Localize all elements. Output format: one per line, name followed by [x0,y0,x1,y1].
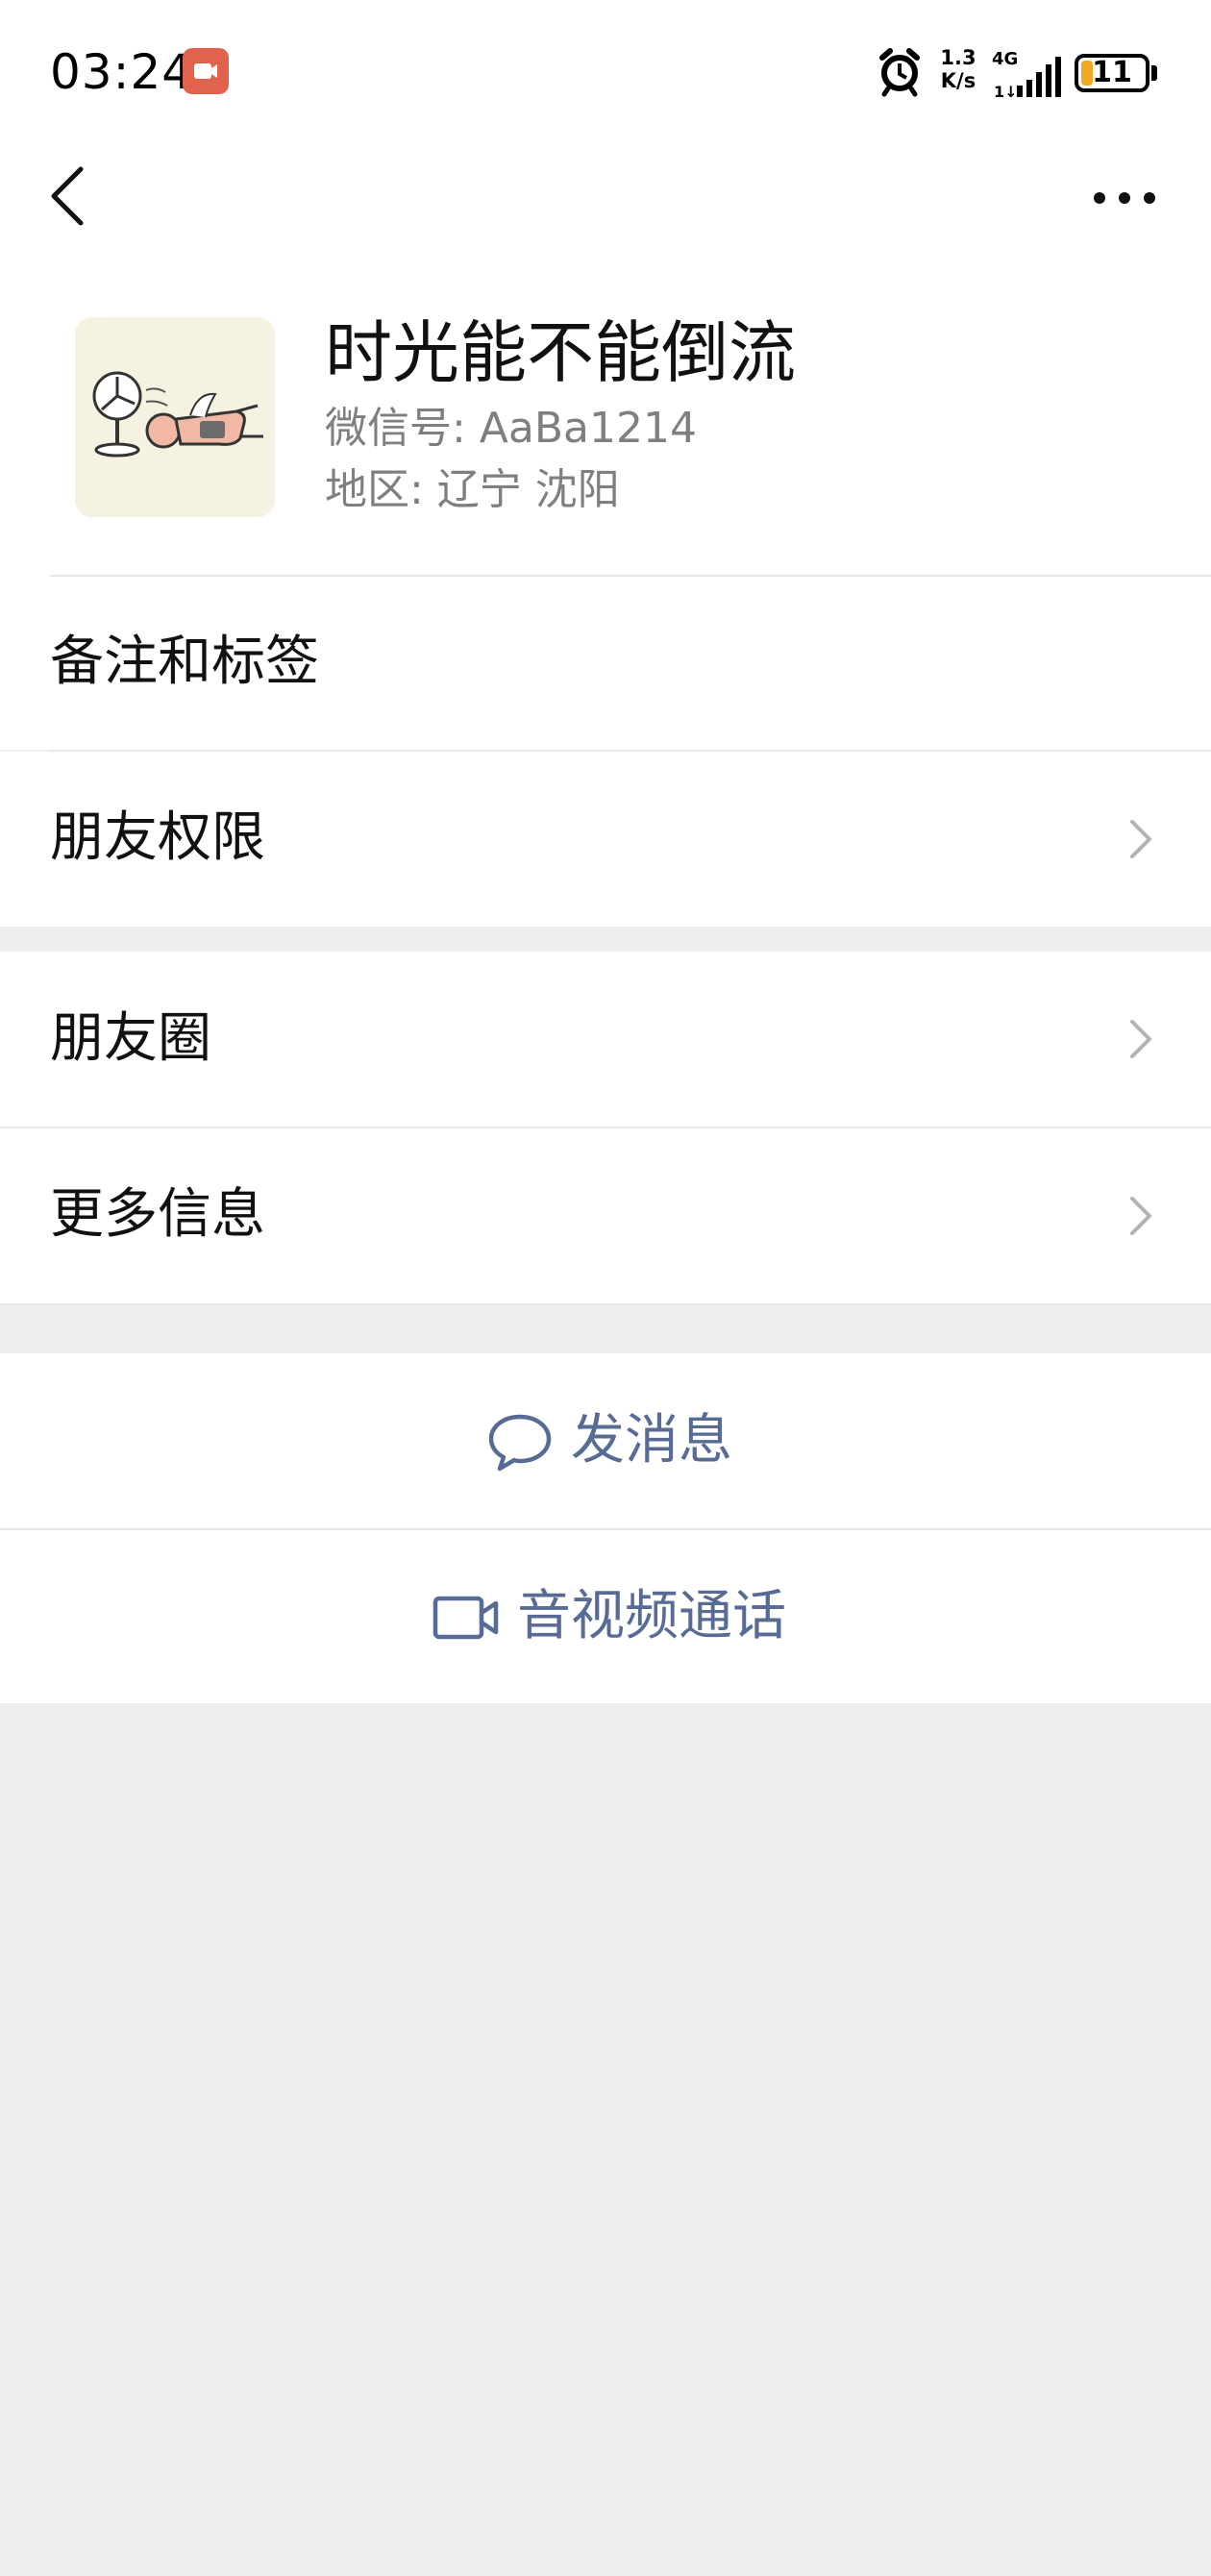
status-time: 03:24 [50,44,194,100]
video-call-button[interactable]: 音视频通话 [0,1530,1211,1703]
chevron-left-icon[interactable] [38,156,96,233]
friend-permissions-row[interactable]: 朋友权限 [0,752,1211,927]
remark-tags-label: 备注和标签 [50,631,319,693]
wechat-id: 微信号: AaBa1214 [325,404,697,453]
avatar[interactable] [75,317,275,517]
send-message-button[interactable]: 发消息 [0,1353,1211,1528]
more-info-row[interactable]: 更多信息 [0,1128,1211,1303]
chevron-right-icon [1130,820,1151,858]
net-speed: 1.3 K/s [940,46,976,92]
divider [0,1303,1211,1305]
avatar-illustration [75,317,275,517]
svg-text:1↓: 1↓ [994,83,1018,101]
nav-bar [0,144,1211,288]
screen-record-icon [183,48,229,94]
moments-label: 朋友圈 [50,1007,211,1070]
battery-icon: 11 [1075,54,1149,92]
friend-permissions-label: 朋友权限 [50,806,265,869]
battery-level: 11 [1092,56,1132,89]
send-message-label: 发消息 [571,1409,732,1472]
remark-tags-row[interactable]: 备注和标签 [0,577,1211,750]
battery-tip [1151,65,1157,81]
more-dots-icon[interactable] [1086,179,1163,217]
alarm-icon [879,48,920,97]
signal-icon: 1↓ [994,57,1061,101]
more-info-label: 更多信息 [50,1183,265,1246]
chat-bubble-icon [488,1414,552,1472]
moments-row[interactable]: 朋友圈 [0,952,1211,1127]
video-camera-icon [432,1596,499,1640]
nickname: 时光能不能倒流 [325,313,796,392]
chevron-right-icon [1130,1020,1151,1058]
region: 地区: 辽宁 沈阳 [325,465,620,514]
profile-header: 时光能不能倒流 微信号: AaBa1214 地区: 辽宁 沈阳 [0,288,1211,577]
video-call-label: 音视频通话 [517,1585,786,1647]
status-bar: 03:24 1.3 K/s 4G 1↓ 11 [0,0,1211,144]
chevron-right-icon [1130,1197,1151,1235]
